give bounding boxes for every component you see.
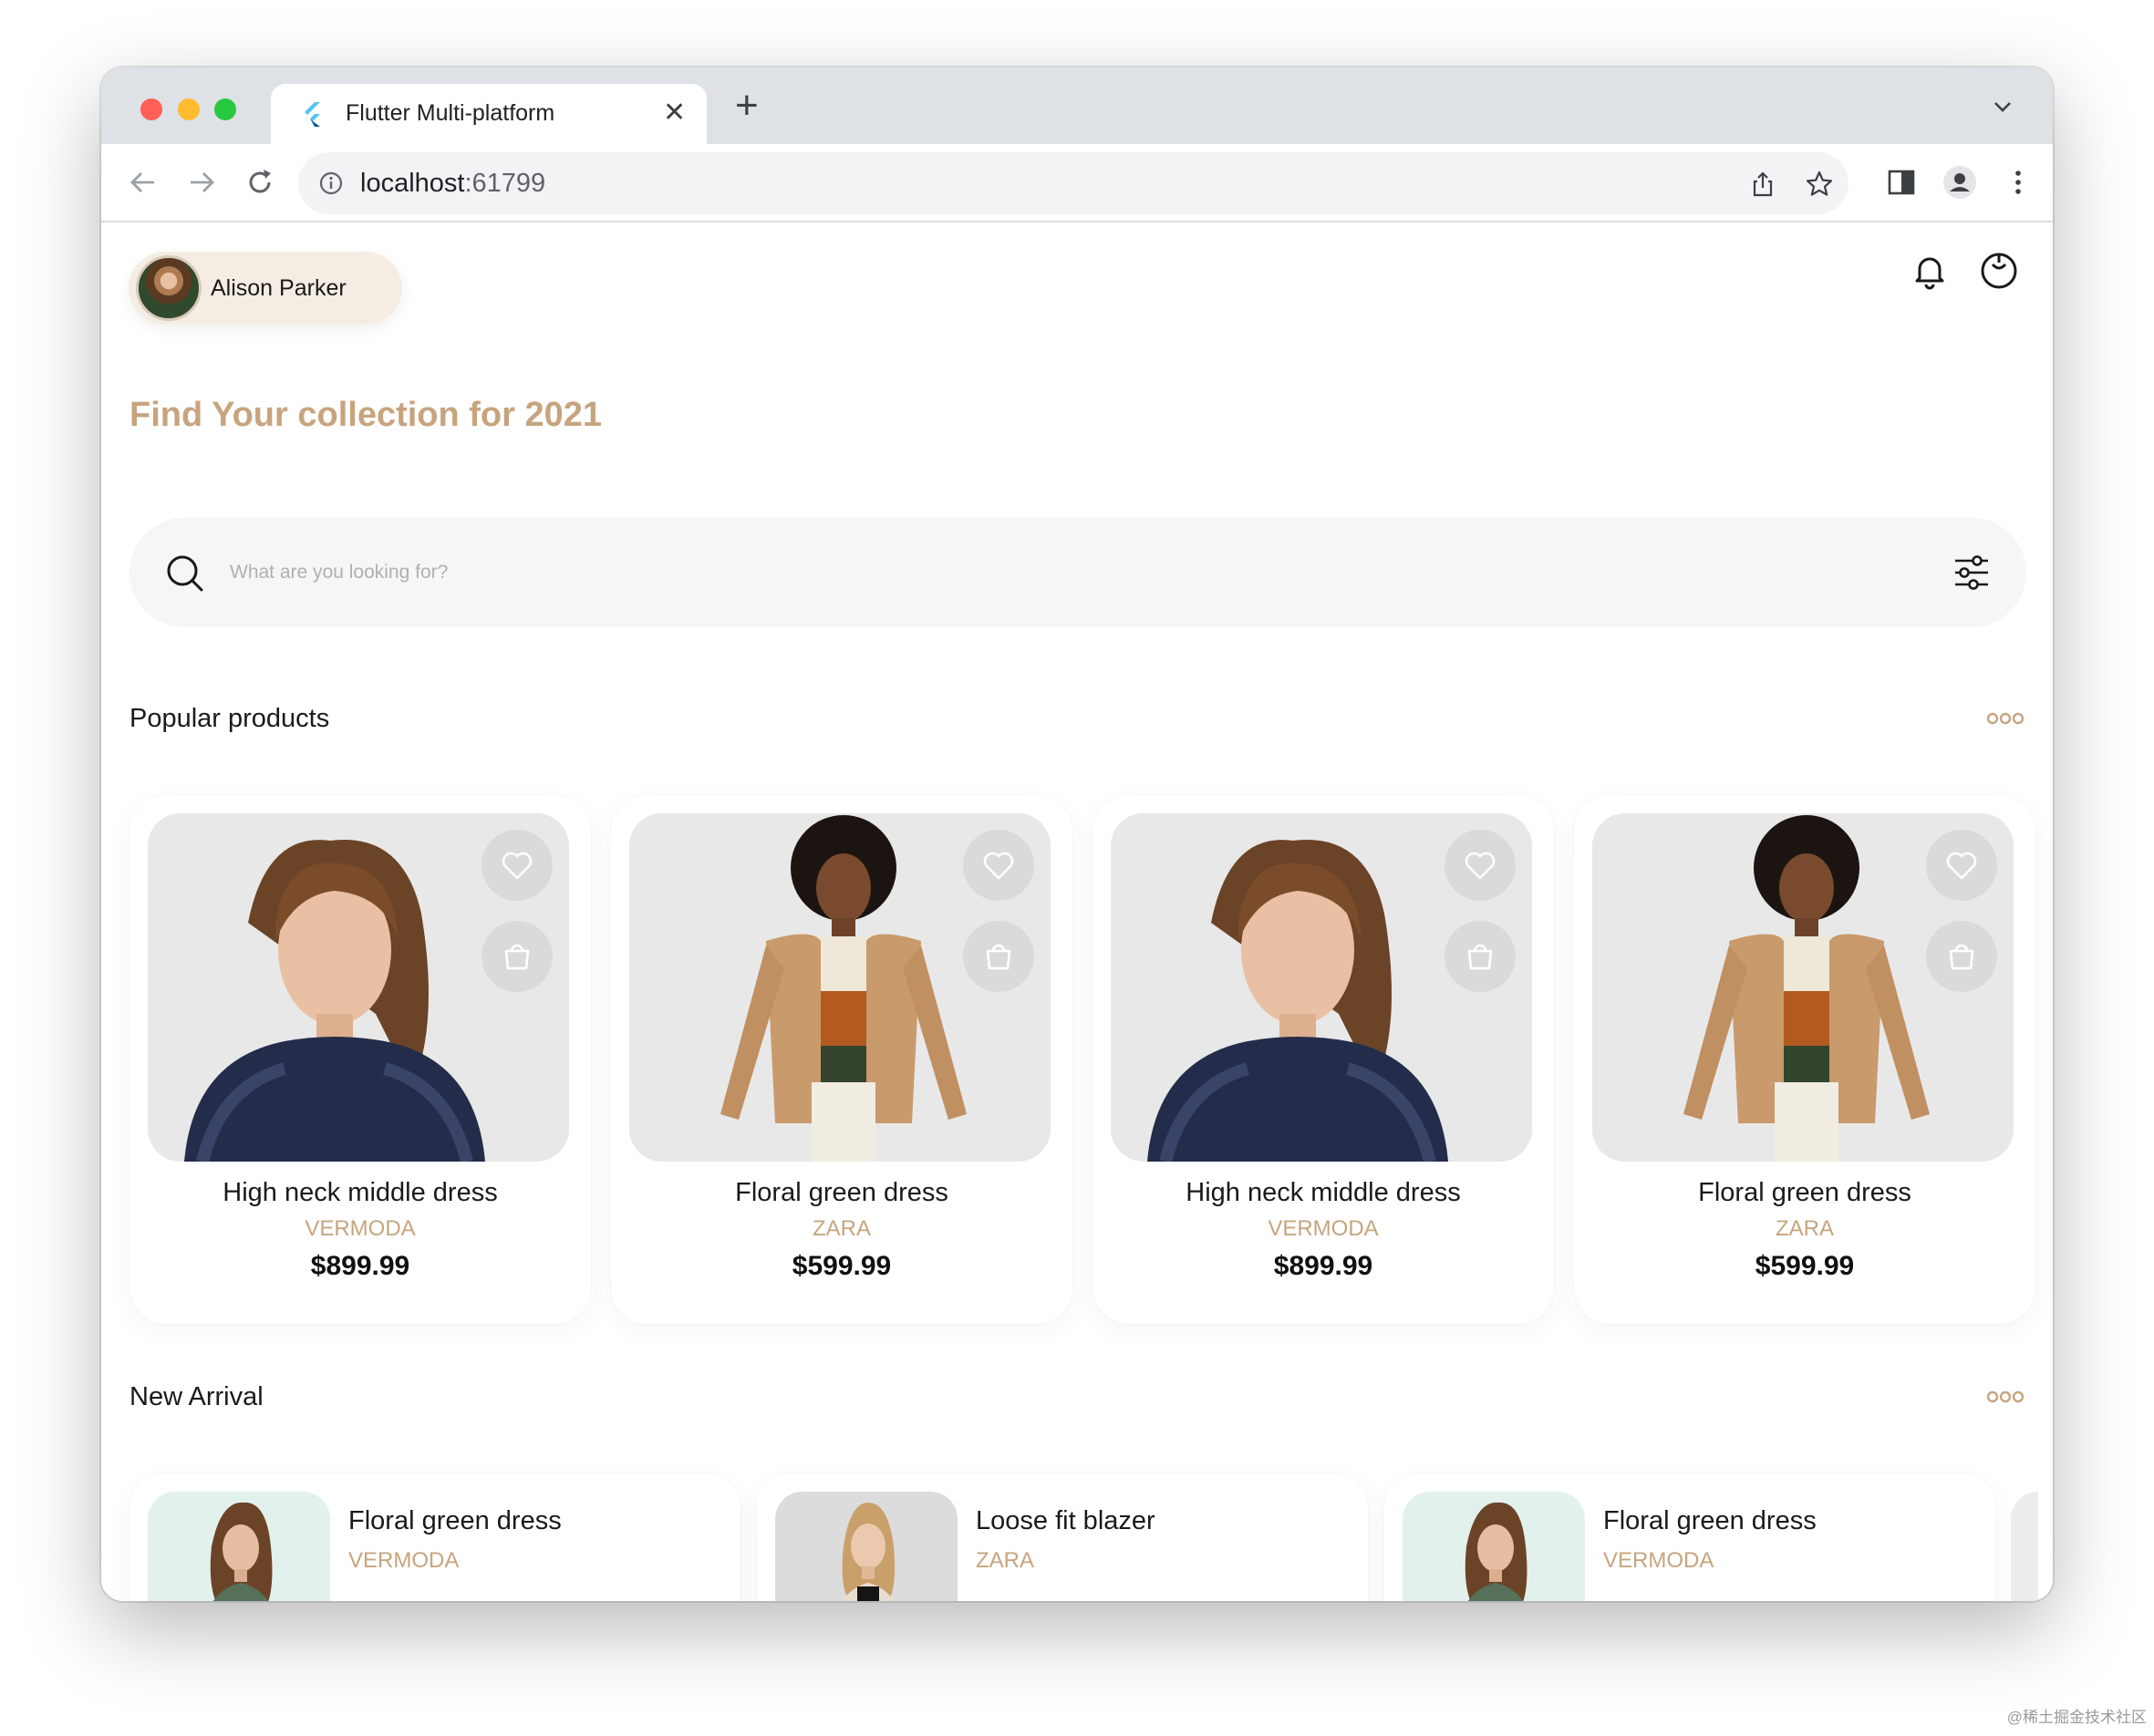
browser-tab[interactable]: Flutter Multi-platform ✕ [271,84,707,144]
search-input[interactable]: What are you looking for? [230,562,448,584]
popular-section-title: Popular products [129,704,330,733]
more-dots-icon[interactable] [1986,711,2025,726]
forward-arrow-icon[interactable] [183,164,220,201]
search-icon [167,555,203,592]
reload-icon[interactable] [242,164,278,201]
arrival-image[interactable] [148,1492,330,1601]
product-card[interactable]: High neck middle dress VERMODA $899.99 [129,795,591,1324]
add-to-bag-button[interactable] [1926,921,1997,992]
product-image[interactable] [1111,813,1532,1162]
favorite-button[interactable] [963,830,1034,901]
product-brand: ZARA [1775,1216,1834,1241]
browser-toolbar: localhost:61799 [101,144,2053,222]
arrival-image[interactable] [775,1492,958,1601]
info-icon[interactable] [318,170,344,196]
arrival-name: Floral green dress [1603,1506,1817,1535]
arrival-section-title: New Arrival [129,1382,264,1411]
arrival-name: Floral green dress [348,1506,562,1535]
share-icon[interactable] [1748,170,1777,199]
product-name: Floral green dress [1698,1178,1911,1207]
watermark: @稀土掘金技术社区 [2006,1709,2147,1726]
kebab-menu-icon[interactable] [2000,164,2036,201]
page-content: Alison Parker Find Your collection for 2… [101,224,2053,1601]
add-to-bag-button[interactable] [482,921,553,992]
tab-close-button[interactable]: ✕ [663,97,686,129]
more-dots-icon[interactable] [1986,1390,2025,1404]
product-image[interactable] [629,813,1051,1162]
shopping-bag-icon [1949,944,1974,970]
product-price: $599.99 [792,1251,892,1281]
product-price: $599.99 [1755,1251,1855,1281]
product-name: Floral green dress [735,1178,948,1207]
product-card[interactable]: Floral green dress ZARA $599.99 [1574,795,2035,1324]
tab-title: Flutter Multi-platform [346,100,555,126]
product-name: High neck middle dress [223,1178,498,1207]
heart-icon [1946,852,1977,880]
favorite-button[interactable] [1926,830,1997,901]
add-to-bag-button[interactable] [963,921,1034,992]
product-name: High neck middle dress [1186,1178,1461,1207]
shopping-bag-icon [1467,944,1493,970]
product-card[interactable]: Floral green dress ZARA $599.99 [611,795,1072,1324]
product-brand: ZARA [812,1216,871,1241]
product-image[interactable] [148,813,569,1162]
avatar [136,255,202,321]
product-brand: VERMODA [1268,1216,1379,1241]
address-bar[interactable]: localhost:61799 [298,152,1849,214]
arrival-brand: VERMODA [348,1548,460,1573]
shopping-bag-icon [504,944,530,970]
arrival-brand: ZARA [976,1548,1035,1573]
side-panel-icon[interactable] [1883,164,1920,201]
product-price: $899.99 [1273,1251,1373,1281]
user-name: Alison Parker [211,275,347,301]
product-brand: VERMODA [305,1216,416,1241]
bell-icon[interactable] [1909,250,1951,292]
page-title: Find Your collection for 2021 [129,396,603,434]
flutter-icon [305,102,320,127]
arrival-card[interactable]: Loose fit blazer ZARA [757,1473,1368,1601]
power-icon[interactable] [1978,250,2020,292]
url-host: localhost [360,169,465,198]
minimize-window-button[interactable] [178,98,200,120]
search-bar[interactable]: What are you looking for? [129,518,2026,627]
back-arrow-icon[interactable] [125,164,161,201]
product-image[interactable] [1592,813,2014,1162]
tab-strip: Flutter Multi-platform ✕ + [101,67,2053,144]
arrival-card-partial[interactable] [2011,1492,2038,1601]
zoom-window-button[interactable] [214,98,236,120]
arrival-brand: VERMODA [1603,1548,1714,1573]
arrival-card[interactable]: Floral green dress VERMODA [1384,1473,1995,1601]
arrival-image[interactable] [1403,1492,1585,1601]
favorite-button[interactable] [482,830,553,901]
chevron-down-icon[interactable] [1989,93,2016,120]
close-window-button[interactable] [140,98,162,120]
url-text[interactable]: localhost:61799 [360,169,545,199]
profile-icon[interactable] [1942,164,1978,201]
filter-sliders-icon[interactable] [1952,553,1992,593]
shopping-bag-icon [986,944,1011,970]
product-card[interactable]: High neck middle dress VERMODA $899.99 [1093,795,1554,1324]
arrival-name: Loose fit blazer [976,1506,1155,1535]
heart-icon [502,852,533,880]
star-icon[interactable] [1805,170,1834,199]
add-to-bag-button[interactable] [1445,921,1516,992]
product-price: $899.99 [310,1251,410,1281]
profile-chip[interactable]: Alison Parker [129,252,402,325]
new-tab-button[interactable]: + [735,86,759,126]
arrival-photo [775,1492,958,1601]
arrival-card[interactable]: Floral green dress VERMODA [129,1473,740,1601]
arrival-photo [1403,1492,1585,1601]
browser-window: Flutter Multi-platform ✕ + localhost:617… [101,67,2053,1601]
heart-icon [983,852,1014,880]
heart-icon [1465,852,1496,880]
arrival-photo [148,1492,330,1601]
favorite-button[interactable] [1445,830,1516,901]
url-port: :61799 [464,169,546,198]
